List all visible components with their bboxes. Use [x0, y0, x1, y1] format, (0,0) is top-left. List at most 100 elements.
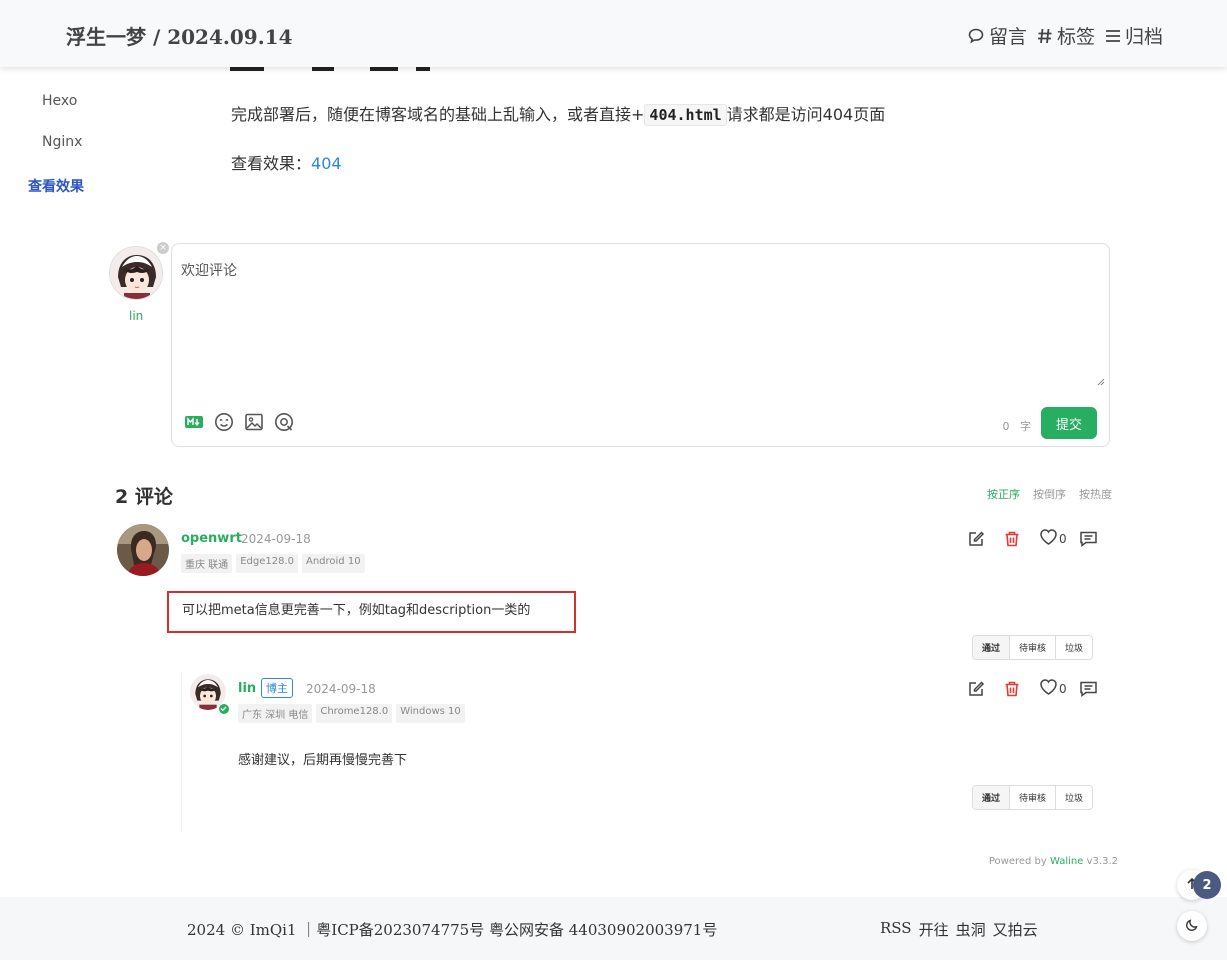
meta-os: Windows 10	[396, 704, 465, 723]
footer-link-upyun[interactable]: 又拍云	[993, 919, 1038, 940]
pending-button[interactable]: 待审核	[1009, 786, 1056, 809]
mention-icon[interactable]	[274, 412, 294, 432]
paragraph-text: 请求都是访问404页面	[726, 105, 886, 124]
toc-item-view-result[interactable]: 查看效果	[28, 176, 84, 196]
sort-ascending[interactable]: 按正序	[987, 486, 1020, 502]
submit-button[interactable]: 提交	[1041, 407, 1097, 439]
approve-button[interactable]: 通过	[973, 786, 1010, 809]
powered-by: Powered by Waline v3.3.2	[989, 856, 1118, 867]
spam-button[interactable]: 垃圾	[1055, 636, 1093, 659]
owner-badge: 博主	[261, 678, 293, 698]
main-nav: 留言 标签 归档	[967, 22, 1163, 49]
edit-icon[interactable]	[967, 680, 1003, 698]
comment-nick[interactable]: lin	[238, 681, 256, 696]
nav-item-tags[interactable]: 标签	[1037, 22, 1095, 49]
comment-textarea[interactable]	[173, 245, 1108, 383]
link-404[interactable]: 404	[311, 154, 342, 173]
nav-label: 标签	[1056, 26, 1095, 48]
avatar	[109, 246, 163, 300]
comment-date: 2024-09-18	[241, 532, 311, 546]
like-button[interactable]: 0	[1039, 678, 1079, 700]
toc-item-hexo[interactable]: Hexo	[42, 93, 77, 109]
like-count: 0	[1059, 682, 1067, 696]
comment-user-avatar[interactable]: ×	[109, 242, 169, 300]
nav-item-archive[interactable]: 归档	[1105, 22, 1163, 49]
footer-link-travelling[interactable]: 开往	[919, 919, 949, 940]
like-button[interactable]: 0	[1039, 528, 1079, 550]
meta-browser: Chrome128.0	[316, 704, 393, 723]
toc-item-nginx[interactable]: Nginx	[42, 134, 82, 150]
article-paragraph: 查看效果：404	[231, 150, 342, 174]
progress-badge[interactable]: 2	[1193, 871, 1221, 899]
site-title[interactable]: 浮生一梦 / 2024.09.14	[66, 21, 292, 50]
editor-toolbar	[184, 412, 294, 432]
moon-icon	[1185, 917, 1199, 936]
waline-link[interactable]: Waline	[1050, 856, 1083, 867]
admin-buttons: 通过 待审核 垃圾	[972, 635, 1094, 660]
footer-link-wormhole[interactable]: 虫洞	[956, 919, 986, 940]
emoji-icon[interactable]	[214, 412, 234, 432]
nav-label: 归档	[1124, 26, 1163, 48]
comment-count: 2 评论	[115, 482, 173, 509]
heart-icon	[1039, 528, 1058, 550]
word-count: 0 字	[1003, 418, 1032, 434]
powered-prefix: Powered by	[988, 856, 1047, 867]
approve-button[interactable]: 通过	[973, 636, 1010, 659]
reply-icon[interactable]	[1079, 680, 1098, 698]
markdown-icon[interactable]	[184, 412, 204, 432]
comment-editor: 0 字 提交	[171, 243, 1110, 447]
resize-handle-icon[interactable]	[1097, 371, 1105, 386]
hash-icon	[1037, 27, 1053, 45]
paragraph-text: 查看效果：	[231, 154, 312, 173]
nav-label: 留言	[988, 26, 1027, 48]
comment-count-label: 评论	[134, 486, 173, 508]
message-icon	[967, 27, 985, 45]
sort-hot[interactable]: 按热度	[1079, 486, 1112, 502]
dark-mode-button[interactable]	[1177, 911, 1207, 941]
sort-options: 按正序 按倒序 按热度	[987, 486, 1112, 502]
delete-icon[interactable]	[1003, 530, 1039, 548]
comment-nick[interactable]: openwrt	[181, 531, 242, 546]
site-header: 浮生一梦 / 2024.09.14 留言 标签 归档	[0, 0, 1227, 67]
heart-icon	[1039, 678, 1058, 700]
comment-user-name[interactable]: lin	[129, 309, 143, 323]
comment-meta: 重庆 联通 Edge128.0 Android 10	[181, 554, 365, 573]
article-paragraph: 完成部署后，随便在博客域名的基础上乱输入，或者直接+ 404.html 请求都是访问…	[231, 101, 886, 126]
meta-os: Android 10	[301, 554, 365, 573]
footer-copyright[interactable]: 2024 © ImQi1 ｜粤ICP备2023074775号 粤公网安备 440…	[187, 919, 717, 940]
comment-content: 感谢建议，后期再慢慢完善下	[238, 753, 408, 768]
spam-button[interactable]: 垃圾	[1055, 786, 1093, 809]
paragraph-text: 完成部署后，随便在博客域名的基础上乱输入，或者直接+	[231, 105, 645, 124]
powered-version: v3.3.2	[1086, 856, 1118, 867]
like-count: 0	[1059, 532, 1067, 546]
comment-meta: 广东 深圳 电信 Chrome128.0 Windows 10	[238, 704, 465, 723]
site-footer: 2024 © ImQi1 ｜粤ICP备2023074775号 粤公网安备 440…	[0, 897, 1227, 960]
delete-icon[interactable]	[1003, 680, 1039, 698]
verified-icon	[218, 703, 230, 715]
nav-item-message[interactable]: 留言	[967, 22, 1027, 49]
comment-actions: 0	[967, 678, 1098, 700]
meta-location: 重庆 联通	[181, 554, 233, 573]
edit-icon[interactable]	[967, 530, 1003, 548]
commenter-avatar[interactable]	[117, 524, 169, 576]
admin-buttons: 通过 待审核 垃圾	[972, 785, 1094, 810]
footer-links: RSS 开往 虫洞 又拍云	[880, 919, 1038, 940]
reply-thread-line	[181, 672, 182, 832]
comment-date: 2024-09-18	[306, 682, 376, 696]
comment-actions: 0	[967, 528, 1098, 550]
word-count-value: 0	[1002, 420, 1010, 433]
close-icon[interactable]: ×	[157, 242, 169, 254]
pending-button[interactable]: 待审核	[1009, 636, 1056, 659]
footer-link-rss[interactable]: RSS	[880, 919, 912, 940]
list-icon	[1105, 27, 1121, 45]
comment-count-value: 2	[115, 486, 129, 508]
meta-browser: Edge128.0	[236, 554, 298, 573]
word-count-unit: 字	[1020, 420, 1031, 433]
image-icon[interactable]	[244, 412, 264, 432]
inline-code: 404.html	[644, 104, 727, 126]
meta-location: 广东 深圳 电信	[238, 704, 313, 723]
sort-descending[interactable]: 按倒序	[1033, 486, 1066, 502]
article-heading-clipped	[230, 67, 440, 73]
reply-icon[interactable]	[1079, 530, 1098, 548]
highlight-box	[167, 591, 576, 633]
